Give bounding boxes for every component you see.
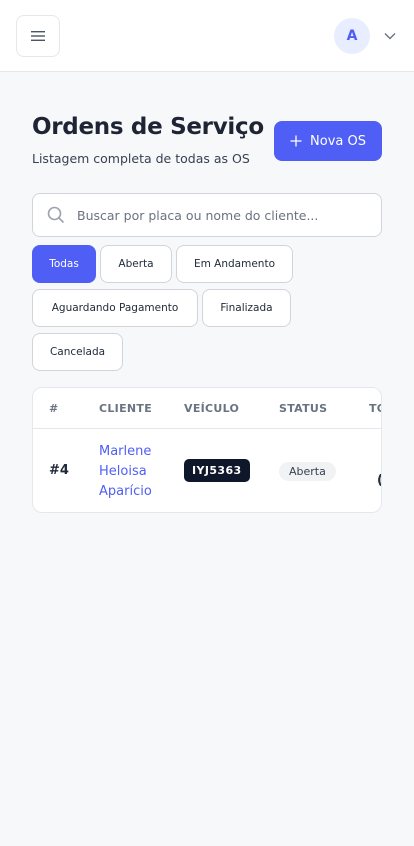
user-menu[interactable]: A: [334, 18, 396, 54]
page-subtitle: Listagem completa de todas as OS: [32, 151, 250, 166]
search-icon: [47, 206, 65, 224]
column-header-vehicle: VEÍCULO: [184, 402, 240, 415]
new-order-label: Nova OS: [310, 133, 366, 149]
menu-button[interactable]: [16, 15, 60, 57]
chevron-down-icon[interactable]: [384, 32, 396, 40]
page-title: Ordens de Serviço: [32, 114, 264, 140]
status-filters: Todas Aberta Em Andamento Aguardando Pag…: [32, 245, 312, 371]
filter-todas[interactable]: Todas: [32, 245, 96, 283]
client-link[interactable]: Marlene Heloisa Aparício: [99, 442, 169, 502]
column-header-total: TO: [369, 402, 381, 415]
order-id: #4: [49, 463, 69, 478]
filter-em-andamento[interactable]: Em Andamento: [176, 245, 293, 283]
orders-table: # CLIENTE VEÍCULO STATUS TO #4 Marlene H…: [32, 387, 382, 513]
filter-cancelada[interactable]: Cancelada: [32, 333, 123, 371]
search-input[interactable]: [77, 194, 373, 236]
order-total: (: [377, 473, 381, 488]
column-header-client: CLIENTE: [99, 402, 153, 415]
menu-icon: [31, 31, 45, 41]
new-order-button[interactable]: Nova OS: [274, 121, 382, 161]
filter-aguardando-pagamento[interactable]: Aguardando Pagamento: [32, 289, 198, 327]
table-header: # CLIENTE VEÍCULO STATUS TO: [33, 388, 381, 429]
column-header-id: #: [49, 402, 59, 415]
status-badge: Aberta: [279, 462, 336, 481]
plus-icon: [290, 135, 302, 147]
search-box: [32, 193, 382, 237]
filter-finalizada[interactable]: Finalizada: [202, 289, 291, 327]
filter-aberta[interactable]: Aberta: [100, 245, 172, 283]
column-header-status: STATUS: [279, 402, 328, 415]
top-bar: A: [0, 0, 414, 72]
vehicle-plate: IYJ5363: [184, 459, 250, 482]
avatar[interactable]: A: [334, 18, 370, 54]
